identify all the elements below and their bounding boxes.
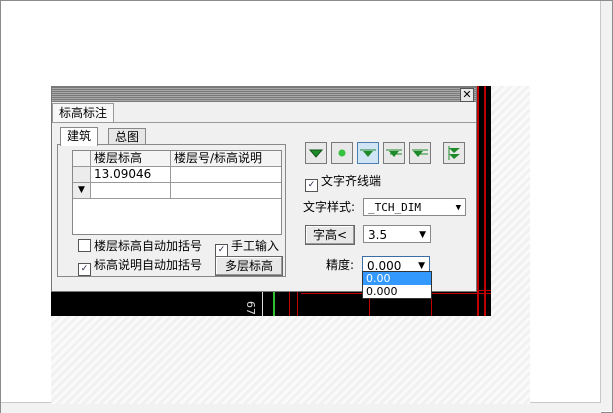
cad-red-line — [477, 86, 479, 316]
cad-green-line — [273, 291, 275, 316]
column-header-note: 楼层号/标高说明 — [171, 151, 281, 166]
elevation-double-button[interactable] — [443, 142, 465, 164]
elevation-dot-icon — [338, 149, 346, 157]
close-button[interactable]: ✕ — [460, 88, 474, 102]
cad-red-line — [289, 291, 290, 316]
tab-content: 楼层标高 楼层号/标高说明 13.09046 ▼ 楼层标高自动加括号 ✓ 标高说… — [57, 144, 286, 277]
elevation-cell[interactable] — [91, 183, 171, 198]
note-cell[interactable] — [171, 167, 281, 182]
elevation-line-half-button[interactable] — [383, 142, 405, 164]
elevation-filled-triangle-button[interactable] — [305, 142, 327, 164]
elevation-cell[interactable]: 13.09046 — [91, 167, 171, 182]
checkbox-box[interactable]: ✓ — [78, 263, 91, 276]
elevation-line-triangle-button[interactable] — [357, 142, 379, 164]
dialog-titlebar[interactable]: ✕ — [52, 87, 476, 102]
row-marker — [73, 167, 91, 182]
elevation-dialog: ✕ 标高标注 建筑 总图 楼层标高 楼层号/标高说明 13.09046 ▼ 楼层… — [51, 86, 477, 292]
note-cell[interactable] — [171, 183, 281, 198]
text-height-select[interactable]: 3.5 ▼ — [363, 225, 431, 243]
table-row[interactable]: 13.09046 — [73, 167, 281, 183]
elevation-line-left-button[interactable] — [409, 142, 431, 164]
row-marker: ▼ — [73, 183, 91, 198]
checkbox-box[interactable] — [78, 239, 91, 252]
text-style-select[interactable]: _TCH_DIM ▼ — [363, 198, 466, 216]
table-header: 楼层标高 楼层号/标高说明 — [73, 151, 281, 167]
checkbox-manual-input[interactable]: ✓ 手工输入 — [215, 238, 280, 257]
checkbox-align-text[interactable]: ✓ 文字齐线端 — [305, 173, 382, 192]
elevation-filled-triangle-icon — [308, 149, 324, 158]
precision-label: 精度: — [326, 258, 355, 272]
column-header-elevation: 楼层标高 — [91, 151, 171, 166]
text-style-value: _TCH_DIM — [368, 201, 421, 214]
checkbox-label: 手工输入 — [231, 239, 280, 253]
right-edge — [600, 1, 612, 411]
precision-option[interactable]: 0.000 — [363, 285, 431, 298]
elevation-line-triangle-icon — [360, 149, 376, 157]
chevron-down-icon: ▼ — [455, 203, 461, 213]
cad-white-line — [262, 291, 263, 316]
checkbox-label: 文字齐线端 — [321, 174, 382, 188]
checkbox-auto-bracket-note[interactable]: ✓ 标高说明自动加括号 — [78, 257, 203, 276]
dialog-main-panel: 建筑 总图 楼层标高 楼层号/标高说明 13.09046 ▼ 楼层标高自动加括号… — [52, 122, 476, 292]
elevation-double-icon — [448, 146, 460, 160]
elevation-table[interactable]: 楼层标高 楼层号/标高说明 13.09046 ▼ — [72, 150, 282, 235]
checkbox-box[interactable]: ✓ — [305, 179, 318, 192]
dialog-title: 标高标注 — [52, 103, 115, 123]
cad-red-line — [297, 291, 298, 316]
elevation-line-half-icon — [386, 149, 402, 157]
text-style-label: 文字样式: — [303, 200, 356, 214]
text-height-button[interactable]: 字高< — [305, 225, 355, 245]
multi-level-button[interactable]: 多层标高 — [215, 256, 283, 276]
row-header-cell — [73, 151, 91, 166]
precision-option[interactable]: 0.00 — [363, 272, 431, 285]
checkbox-label: 标高说明自动加括号 — [94, 258, 203, 272]
checkbox-auto-bracket-floor[interactable]: 楼层标高自动加括号 — [78, 238, 202, 254]
elevation-line-left-icon — [412, 149, 428, 157]
checkbox-label: 楼层标高自动加括号 — [94, 239, 203, 253]
text-height-value: 3.5 — [368, 228, 388, 242]
cad-red-line — [484, 86, 486, 316]
chevron-down-icon: ▼ — [419, 230, 426, 240]
cad-dimension-text: 67 — [244, 301, 257, 315]
tab-architecture[interactable]: 建筑 — [60, 127, 99, 146]
precision-dropdown-list[interactable]: 0.00 0.000 — [362, 271, 432, 299]
table-row[interactable]: ▼ — [73, 183, 281, 199]
elevation-dot-button[interactable] — [331, 142, 353, 164]
